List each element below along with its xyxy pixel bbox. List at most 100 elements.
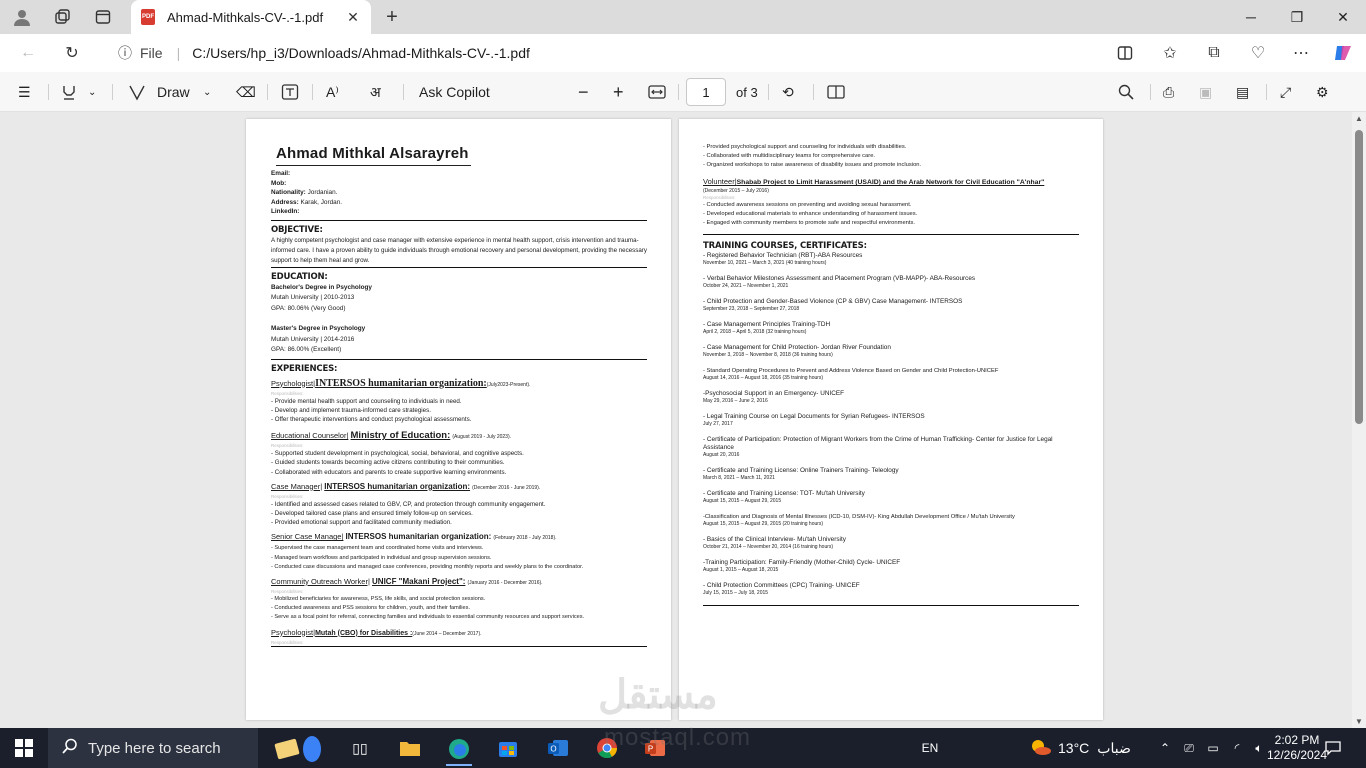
tab-bar: PDF Ahmad-Mithkals-CV-.-1.pdf ✕ + ─ ❐ ✕ [0,0,1366,34]
rotate-icon[interactable]: ⟲ [782,81,794,103]
vertical-scrollbar[interactable]: ▲ ▼ [1352,112,1366,728]
scrollbar-thumb[interactable] [1355,130,1363,424]
list-item: - Child Protection and Gender-Based Viol… [703,297,963,312]
training-list: - Registered Behavior Technician (RBT)-A… [703,252,1079,597]
zoom-out-minus-icon[interactable]: − [578,81,589,103]
experience-item: Senior Case Manage| INTERSOS humanitaria… [271,532,584,570]
watermark-logo: مستقل [598,673,718,717]
close-tab-icon[interactable]: ✕ [345,9,361,26]
list-item: - Standard Operating Procedures to Preve… [703,367,999,381]
pdf-icon: PDF [141,9,155,25]
list-item: -Training Participation: Family-Friendly… [703,558,901,573]
settings-gear-icon[interactable]: ⚙ [1316,81,1329,103]
url-field[interactable]: ⓘ File | C:/Users/hp_i3/Downloads/Ahmad-… [102,38,1098,68]
read-aloud-icon[interactable]: A⁾ [326,81,339,103]
fullscreen-icon[interactable]: ⤢ [1280,81,1291,103]
clock-date: 12/26/2024 [1266,748,1328,762]
experience-item: Educational Counselor| Ministry of Educa… [271,430,524,476]
volume-icon[interactable]: 🔈︎ [1250,736,1268,760]
pdf-page-2: - Provided psychological support and cou… [679,119,1103,720]
restore-button[interactable]: ❐ [1274,0,1320,34]
cv-name: Ahmad Mithkal Alsarayreh [276,145,469,162]
highlight-options-chevron-down-icon[interactable]: ⌄ [88,81,96,103]
list-item: - Case Management Principles Training-TD… [703,320,831,335]
eraser-icon[interactable]: ⌫ [236,81,256,103]
meet-now-icon[interactable]: ⎚ [1181,736,1197,760]
contact-info: Email: Mob: Nationality: Jordanian. Addr… [271,169,647,217]
page-view-icon[interactable] [827,81,845,103]
list-item: - Certificate of Participation: Protecti… [703,435,1053,458]
copilot-icon[interactable] [1331,42,1355,64]
ask-copilot-button[interactable]: Ask Copilot [419,81,490,103]
url-separator: | [176,45,181,61]
weather-temp: 13°C [1058,740,1090,756]
list-item: - Verbal Behavior Milestones Assessment … [703,274,976,289]
wifi-icon[interactable]: ◜ [1228,736,1246,760]
file-label: File [140,45,163,61]
back-icon[interactable]: ← [16,42,40,64]
more-menu-icon[interactable]: ⋯ [1289,42,1313,64]
search-highlight-icon[interactable] [268,736,328,762]
print-icon[interactable]: ⎙ [1163,81,1174,103]
highlight-icon[interactable] [60,81,78,103]
browser-essentials-icon[interactable]: ♡ [1246,42,1270,64]
tab-pdf[interactable]: PDF Ahmad-Mithkals-CV-.-1.pdf ✕ [131,0,371,34]
fit-to-page-icon[interactable] [648,81,666,103]
save-icon[interactable]: ▣ [1199,81,1212,103]
page-number-input[interactable]: 1 [686,78,726,106]
experience-item: Community Outreach Worker| UNICF "Makani… [271,576,585,621]
draw-icon[interactable] [128,81,146,103]
url-text: C:/Users/hp_i3/Downloads/Ahmad-Mithkals-… [192,45,530,61]
list-item: -Classification and Diagnosis of Mental … [703,513,1015,527]
tab-actions-icon[interactable] [92,6,114,28]
new-tab-icon[interactable]: + [381,6,403,28]
profile-icon[interactable] [11,6,33,28]
file-explorer-icon[interactable] [398,736,422,760]
experience-item: Psychologist|INTERSOS humanitarian organ… [271,377,531,423]
experience-item: Case Manager| INTERSOS humanitarian orga… [271,481,546,527]
list-item: - Child Protection Committees (CPC) Trai… [703,581,860,596]
info-icon[interactable]: ⓘ [118,43,132,63]
language-indicator[interactable]: EN [918,736,942,760]
clock-time: 2:02 PM [1274,733,1320,747]
draw-button[interactable]: Draw [157,81,190,103]
taskbar-search[interactable]: Type here to search [48,728,258,768]
add-text-icon[interactable] [281,81,299,103]
clock[interactable]: 2:02 PM 12/26/2024 [1267,732,1327,764]
weather-desc: ضباب [1097,739,1131,756]
pdf-page-1: Ahmad Mithkal Alsarayreh Email: Mob: Nat… [246,119,671,720]
refresh-icon[interactable]: ↻ [60,42,84,64]
zoom-in-plus-icon[interactable]: + [613,81,624,103]
close-window-button[interactable]: ✕ [1320,0,1366,34]
contact-email: Email: [271,170,291,177]
experience-item: Psychologist|Mutah (CBO) for Disabilitie… [271,627,482,645]
education-item: Bachelor's Degree in Psychology Mutah Un… [271,283,372,312]
outlook-icon[interactable]: O [545,736,571,760]
search-icon[interactable] [1118,81,1134,103]
save-as-icon[interactable]: ▤ [1236,81,1249,103]
microsoft-store-icon[interactable] [496,736,520,760]
table-of-contents-icon[interactable]: ☰ [18,81,31,103]
minimize-button[interactable]: ─ [1228,0,1274,34]
pdf-viewer: Ahmad Mithkal Alsarayreh Email: Mob: Nat… [0,112,1366,728]
list-item: - Certificate and Training License: TOT-… [703,489,865,504]
task-view-icon[interactable]: ▯▯ [348,736,372,760]
collections-icon[interactable]: ⧉ [1202,42,1226,64]
translate-icon[interactable]: अ [370,81,381,103]
show-hidden-icons-chevron-up-icon[interactable]: ⌃ [1156,736,1174,760]
split-screen-icon[interactable] [1113,42,1137,64]
list-item: - Legal Training Course on Legal Documen… [703,412,925,427]
tab-title: Ahmad-Mithkals-CV-.-1.pdf [167,9,324,25]
windows-start-icon[interactable] [12,736,36,760]
notifications-icon[interactable] [1322,736,1344,760]
weather-widget[interactable]: 13°C ضباب [1028,736,1146,760]
list-item: - Case Management for Child Protection- … [703,343,891,358]
battery-icon[interactable]: ▭ [1204,736,1222,760]
search-placeholder: Type here to search [88,739,221,757]
draw-options-chevron-down-icon[interactable]: ⌄ [203,81,211,103]
edge-browser-icon[interactable] [446,734,472,766]
favorites-icon[interactable]: ✩ [1158,42,1182,64]
list-item: - Certificate and Training License: Onli… [703,466,899,481]
weather-sun-icon [1028,737,1052,760]
workspaces-icon[interactable] [51,6,73,28]
